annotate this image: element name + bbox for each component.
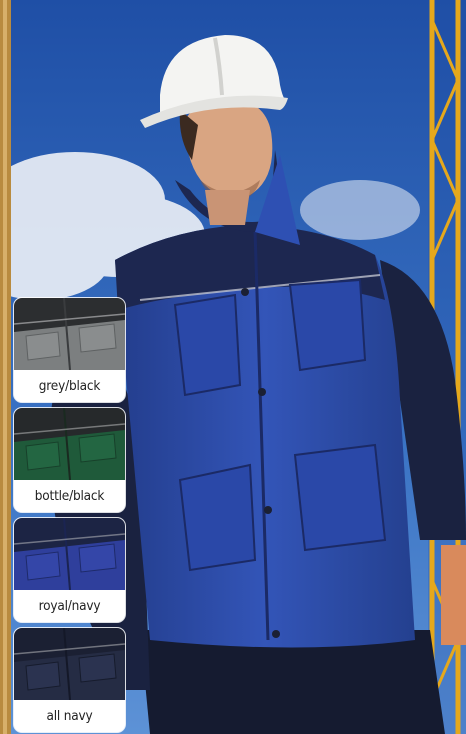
colour-option-bottle-black[interactable]: bottle/black (14, 408, 125, 512)
left-scaffold-edge (0, 0, 11, 734)
swatch-image (14, 628, 125, 700)
colour-options-list: grey/black bottle/black royal/navy all n… (14, 298, 125, 732)
colour-option-all-navy[interactable]: all navy (14, 628, 125, 732)
distant-hand (441, 545, 466, 645)
colour-option-label: all navy (14, 700, 125, 732)
product-image: grey/black bottle/black royal/navy all n… (0, 0, 466, 734)
colour-option-royal-navy[interactable]: royal/navy (14, 518, 125, 622)
swatch-image (14, 518, 125, 590)
colour-option-label: royal/navy (14, 590, 125, 622)
colour-option-label: bottle/black (14, 480, 125, 512)
swatch-image (14, 298, 125, 370)
swatch-image (14, 408, 125, 480)
colour-option-grey-black[interactable]: grey/black (14, 298, 125, 402)
colour-option-label: grey/black (14, 370, 125, 402)
